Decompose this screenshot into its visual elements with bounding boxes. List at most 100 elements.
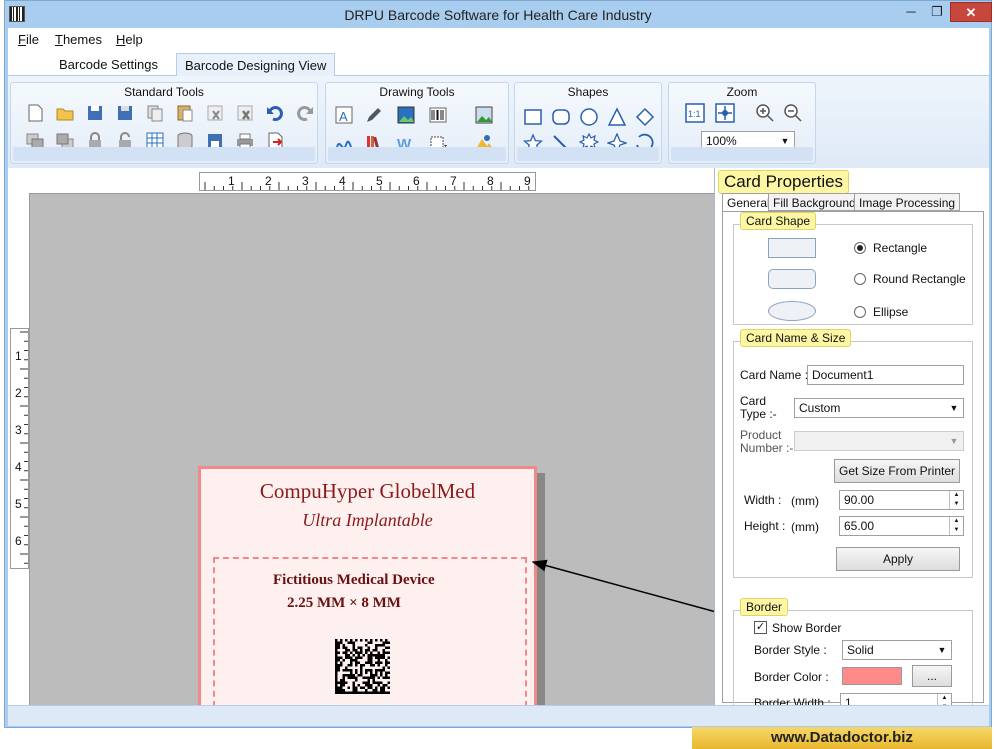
datamatrix-barcode[interactable] [335,639,390,694]
card-device-size[interactable]: 2.25 MM × 8 MM [287,595,401,612]
website-watermark: www.Datadoctor.biz [692,727,992,749]
card-type-value: Custom [799,401,841,415]
show-border-checkbox[interactable]: ✓ [754,621,767,634]
chevron-down-icon: ▼ [937,645,947,655]
close-button[interactable]: ✕ [950,2,992,22]
card-shape-title: Card Shape [740,212,817,230]
barcode-icon[interactable] [428,105,448,125]
new-icon[interactable] [25,103,45,123]
copy-icon[interactable] [145,103,165,123]
group-drawing-tools: Drawing Tools A W [325,82,509,164]
open-icon[interactable] [55,103,75,123]
group-title: Standard Tools [124,85,204,99]
card-inner-border[interactable]: Fictitious Medical Device 2.25 MM × 8 MM [213,557,527,707]
rounded-rectangle-shape-icon[interactable] [551,107,571,127]
width-spinner[interactable]: ▲ ▼ [949,491,963,509]
card-type-select[interactable]: Custom ▼ [794,398,964,418]
card-subtitle[interactable]: Ultra Implantable [201,510,534,531]
ruler-label: 3 [302,174,309,188]
product-number-select[interactable]: ▼ [794,431,964,451]
ruler-label: 9 [524,174,531,188]
round-rectangle-preview [768,269,816,289]
width-unit-label: (mm) [791,494,819,508]
height-input[interactable]: 65.00 ▲ ▼ [839,516,964,536]
ruler-label: 4 [339,174,346,188]
svg-text:A: A [339,109,348,124]
border-color-swatch[interactable] [842,667,902,685]
app-window: DRPU Barcode Software for Health Care In… [4,0,992,728]
tab-general[interactable]: General [722,193,775,212]
menu-help[interactable]: Help [116,32,143,47]
diamond-shape-icon[interactable] [635,107,655,127]
group-footer [328,147,506,161]
menu-file[interactable]: File [18,32,39,47]
apply-button[interactable]: Apply [836,547,960,571]
height-spinner[interactable]: ▲ ▼ [949,517,963,535]
ellipse-label: Ellipse [873,305,909,319]
group-title: Drawing Tools [379,85,455,99]
rectangle-shape-icon[interactable] [523,107,543,127]
border-color-picker-button[interactable]: ... [912,665,952,687]
rectangle-radio[interactable] [854,242,866,254]
title-bar[interactable]: DRPU Barcode Software for Health Care In… [5,1,992,29]
ruler-label: 2 [15,386,22,400]
card-company-name[interactable]: CompuHyper GlobelMed [201,479,534,504]
fit-to-window-icon[interactable] [715,103,735,123]
round-rectangle-label: Round Rectangle [873,272,966,286]
card-type-label: Card Type :- [740,394,777,421]
barcode-card[interactable]: CompuHyper GlobelMed Ultra Implantable F… [198,466,537,712]
height-unit-label: (mm) [791,520,819,534]
ellipse-radio[interactable] [854,306,866,318]
picture-icon[interactable] [396,105,416,125]
save-icon[interactable] [85,103,105,123]
group-footer [517,147,659,161]
zoom-in-icon[interactable] [755,103,775,123]
text-icon[interactable]: A [334,105,354,125]
rectangle-label: Rectangle [873,241,928,255]
border-color-label: Border Color : [754,670,829,684]
menu-themes[interactable]: Themes [55,32,102,47]
ruler-label: 1 [228,174,235,188]
group-zoom: Zoom 1:1 100% ▼ [668,82,816,164]
border-style-label: Border Style : [754,643,827,657]
maximize-button[interactable]: ❐ [924,2,950,22]
pen-icon[interactable] [364,105,384,125]
ruler-label: 6 [15,534,22,548]
menu-bar: File Themes Help [8,28,989,50]
card-device-name[interactable]: Fictitious Medical Device [273,572,435,589]
save-as-icon[interactable] [115,103,135,123]
round-rectangle-radio[interactable] [854,273,866,285]
border-style-select[interactable]: Solid ▼ [842,640,952,660]
actual-size-icon[interactable]: 1:1 [685,103,705,123]
height-value: 65.00 [844,519,875,533]
undo-icon[interactable] [265,103,285,123]
rectangle-preview [768,238,816,258]
tab-fill-background[interactable]: Fill Background [768,193,861,211]
svg-text:1:1: 1:1 [688,109,701,119]
redo-icon[interactable] [295,103,315,123]
cut-icon[interactable] [205,103,225,123]
tab-barcode-designing-view[interactable]: Barcode Designing View [176,53,336,76]
ellipse-shape-icon[interactable] [579,107,599,127]
zoom-out-icon[interactable] [783,103,803,123]
design-canvas-area: 1 2 3 4 5 6 7 8 9 1 2 3 4 5 6 CompuHyper… [8,168,714,719]
card-name-input[interactable]: Document1 [807,365,964,385]
minimize-button[interactable]: ─ [898,2,924,22]
paste-icon[interactable] [175,103,195,123]
ruler-label: 3 [15,423,22,437]
delete-icon[interactable] [235,103,255,123]
width-input[interactable]: 90.00 ▲ ▼ [839,490,964,510]
get-size-from-printer-button[interactable]: Get Size From Printer [834,459,960,483]
image-library-icon[interactable] [474,105,494,125]
ellipse-preview [768,301,816,321]
card-properties-title: Card Properties [718,170,850,194]
card-name-label: Card Name : [740,368,809,382]
chevron-down-icon: ▼ [949,436,959,446]
client-area: File Themes Help Barcode Settings Barcod… [8,28,989,726]
triangle-shape-icon[interactable] [607,107,627,127]
tab-barcode-settings[interactable]: Barcode Settings [51,53,166,76]
border-style-value: Solid [847,643,874,657]
tab-image-processing[interactable]: Image Processing [854,193,961,211]
horizontal-ruler: 1 2 3 4 5 6 7 8 9 [199,172,536,191]
group-shapes: Shapes [514,82,662,164]
